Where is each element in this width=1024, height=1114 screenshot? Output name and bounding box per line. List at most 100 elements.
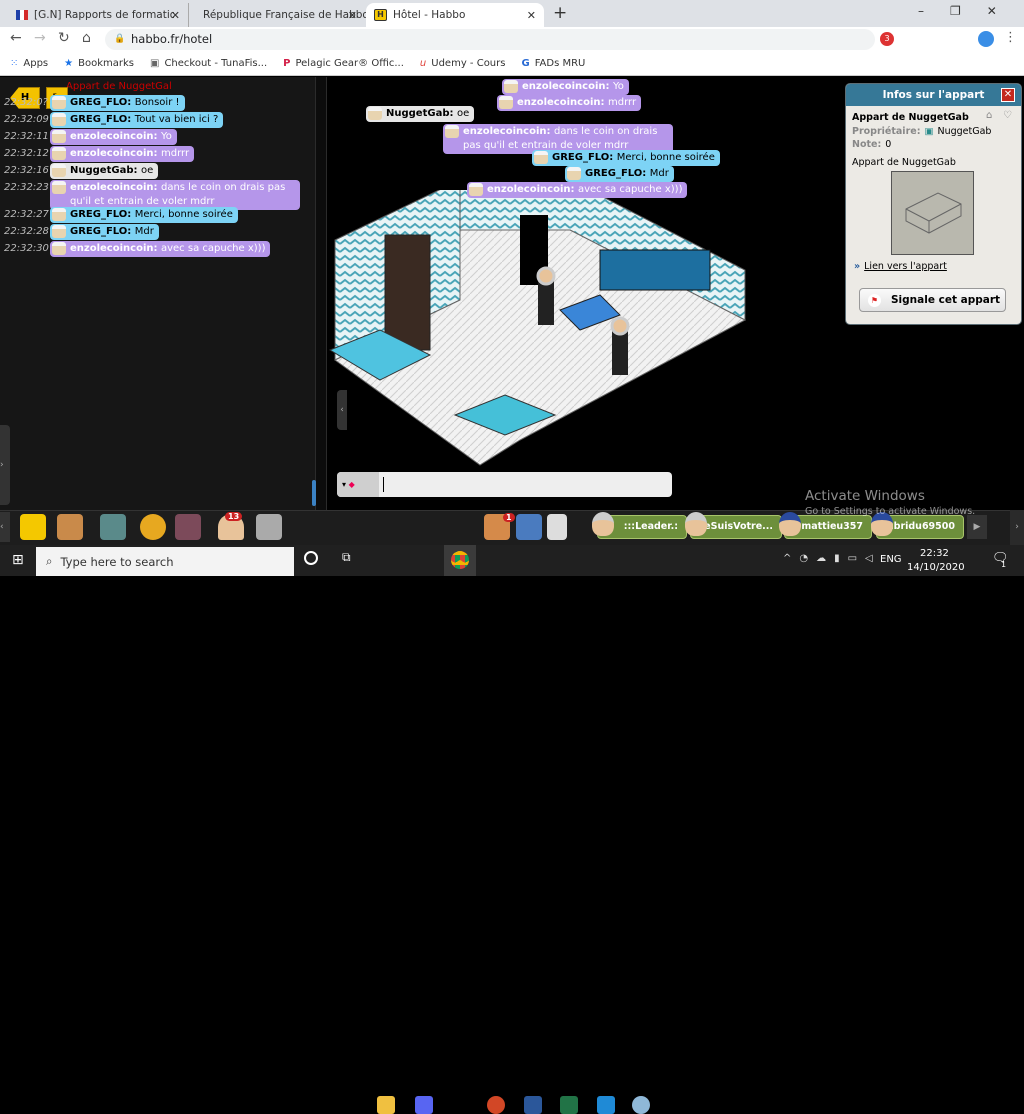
chat-bubble[interactable]: enzolecoincoin: avec sa capuche x))) — [50, 241, 271, 257]
room-chat-bubble[interactable]: enzolecoincoin: mdrrr — [497, 95, 642, 111]
room-view[interactable] — [270, 190, 750, 480]
bookshelf[interactable] — [384, 234, 431, 351]
paint-icon[interactable] — [632, 1096, 650, 1114]
username[interactable]: GREG_FLO — [70, 114, 127, 125]
rooms-icon[interactable] — [57, 514, 83, 540]
username[interactable]: enzolecoincoin — [522, 81, 606, 92]
forward-icon[interactable]: → — [34, 30, 46, 46]
friend-jesuisvotre[interactable]: JeSuisVotre... — [685, 512, 782, 539]
discord-icon[interactable] — [415, 1096, 433, 1114]
chatlog-entry[interactable]: 22:32:28 GREG_FLO: Mdr — [0, 224, 159, 240]
language-indicator[interactable]: ENG — [880, 554, 902, 565]
username[interactable]: enzolecoincoin — [70, 148, 154, 159]
friends-next-button[interactable]: ▶ — [967, 515, 987, 539]
friend-mattieu357[interactable]: mattieu357 — [779, 512, 872, 539]
bookmark-pelagic[interactable]: P Pelagic Gear® Offic... — [283, 58, 404, 69]
chat-bubble[interactable]: GREG_FLO: Bonsoir ! — [50, 95, 185, 111]
username[interactable]: GREG_FLO — [70, 97, 127, 108]
bookmark-tunafis[interactable]: ▣ Checkout - TunaFis... — [150, 58, 267, 69]
room-chat-bubble[interactable]: NuggetGab: oe — [366, 106, 475, 122]
report-room-button[interactable]: ⚑ Signale cet appart — [859, 288, 1006, 312]
favorite-heart-icon[interactable]: ♡ — [1003, 110, 1012, 121]
username[interactable]: GREG_FLO — [70, 209, 127, 220]
username[interactable]: enzolecoincoin — [487, 184, 571, 195]
chat-bubble[interactable]: enzolecoincoin: Yo — [50, 129, 177, 145]
chat-bubble[interactable]: enzolecoincoin: dans le coin on drais pa… — [50, 180, 300, 210]
chat-input[interactable]: ▾ ◆ — [337, 472, 672, 497]
username[interactable]: enzolecoincoin — [70, 243, 154, 254]
inventory-icon[interactable] — [175, 514, 201, 540]
mail-icon[interactable] — [597, 1096, 615, 1114]
tv-cabinet[interactable] — [599, 249, 711, 291]
avatar-1[interactable] — [538, 280, 554, 325]
bookmark-bookmarks[interactable]: ★ Bookmarks — [64, 58, 134, 69]
chatlog-entry[interactable]: 22:32:30 enzolecoincoin: avec sa capuche… — [0, 241, 271, 257]
builder-icon[interactable] — [140, 514, 166, 540]
chatlog-entry[interactable]: 22:32:09 GREG_FLO: Tout va bien ici ? — [0, 112, 224, 128]
panel-resize-handle[interactable] — [315, 77, 327, 510]
chatlog-scrollbar[interactable] — [312, 480, 316, 506]
chat-bubble[interactable]: enzolecoincoin: mdrrr — [50, 146, 195, 162]
chat-bubble[interactable]: GREG_FLO: Merci, bonne soirée — [50, 207, 238, 223]
chat-bubble[interactable]: GREG_FLO: Mdr — [50, 224, 159, 240]
close-icon[interactable]: ✕ — [1001, 88, 1015, 102]
tab-hotel-habbo[interactable]: H Hôtel - Habbo ✕ — [366, 3, 544, 27]
chatlog-entry[interactable]: 22:32:12 enzolecoincoin: mdrrr — [0, 146, 195, 162]
window-controls[interactable]: –❐✕ — [918, 4, 1023, 18]
system-tray-icons[interactable]: ^◔☁▮▭◁ — [783, 553, 881, 564]
username[interactable]: GREG_FLO — [70, 226, 127, 237]
avatar-2[interactable] — [612, 330, 628, 375]
room-chat-bubble[interactable]: enzolecoincoin: avec sa capuche x))) — [467, 182, 688, 198]
friend-sabridu69500[interactable]: sabridu69500 — [871, 512, 964, 539]
chatlog-entry[interactable]: 22:32:27 GREG_FLO: Merci, bonne soirée — [0, 207, 238, 223]
toolbar-collapse-button[interactable]: ‹ — [0, 512, 10, 542]
profile-avatar[interactable] — [978, 31, 994, 47]
chat-style-selector[interactable]: ▾ ◆ — [337, 472, 379, 497]
cortana-icon[interactable] — [304, 551, 318, 565]
powerpoint-icon[interactable] — [487, 1096, 505, 1114]
clock-date[interactable]: 14/10/2020 — [907, 562, 965, 573]
chatlog-entry[interactable]: 22:32:0? GREG_FLO: Bonsoir ! — [0, 95, 185, 111]
username[interactable]: enzolecoincoin — [463, 126, 547, 137]
collapse-chat-button[interactable]: ‹ — [337, 390, 347, 430]
chatlog-entry[interactable]: 22:32:23 enzolecoincoin: dans le coin on… — [0, 180, 300, 210]
bookmark-udemy[interactable]: u Udemy - Cours — [420, 58, 506, 69]
friend-leader[interactable]: :::Leader.: — [592, 512, 687, 539]
taskbar-search-input[interactable]: ⌕ Type here to search — [36, 547, 294, 576]
username[interactable]: enzolecoincoin — [70, 131, 154, 142]
messenger-icon[interactable] — [547, 514, 567, 540]
collapse-left-button[interactable]: › — [0, 425, 10, 505]
close-tab-icon[interactable]: ✕ — [348, 9, 357, 22]
bookmark-fads[interactable]: G FADs MRU — [521, 58, 585, 69]
camera-icon[interactable] — [256, 514, 282, 540]
home-icon[interactable]: ⌂ — [82, 30, 91, 46]
extension-badge[interactable]: 3 — [880, 32, 894, 46]
username[interactable]: NuggetGab — [70, 165, 133, 176]
close-tab-icon[interactable]: ✕ — [527, 9, 536, 22]
username[interactable]: GREG_FLO — [552, 152, 609, 163]
room-chat-bubble[interactable]: GREG_FLO: Mdr — [565, 166, 674, 182]
tab-rapports[interactable]: [G.N] Rapports de formations de✕ — [8, 3, 188, 27]
username[interactable]: GREG_FLO — [585, 168, 642, 179]
chatlog-entry[interactable]: 22:32:16 NuggetGab: oe — [0, 163, 159, 179]
url-input[interactable]: 🔒 habbo.fr/hotel — [105, 29, 875, 50]
hotel-icon[interactable] — [20, 514, 46, 540]
reload-icon[interactable]: ↻ — [58, 30, 70, 46]
room-chat-bubble[interactable]: GREG_FLO: Merci, bonne soirée — [532, 150, 720, 166]
chrome-taskbar-item[interactable] — [444, 545, 476, 576]
close-tab-icon[interactable]: ✕ — [171, 9, 180, 22]
excel-icon[interactable] — [560, 1096, 578, 1114]
shop-icon[interactable] — [100, 514, 126, 540]
search-friends-icon[interactable] — [516, 514, 542, 540]
clock-time[interactable]: 22:32 — [920, 548, 949, 559]
owner-name[interactable]: NuggetGab — [937, 126, 991, 137]
room-link[interactable]: Lien vers l'appart — [864, 261, 947, 272]
new-tab-button[interactable]: + — [553, 3, 567, 23]
task-view-icon[interactable]: ⧉ — [342, 550, 351, 565]
tab-republique[interactable]: République Française de Habbo ✕ — [188, 3, 369, 27]
chat-bubble[interactable]: NuggetGab: oe — [50, 163, 159, 179]
username[interactable]: NuggetGab — [386, 108, 449, 119]
menu-icon[interactable]: ⋮ — [1004, 30, 1017, 45]
username[interactable]: enzolecoincoin — [70, 182, 154, 193]
home-room-icon[interactable]: ⌂ — [986, 110, 992, 121]
